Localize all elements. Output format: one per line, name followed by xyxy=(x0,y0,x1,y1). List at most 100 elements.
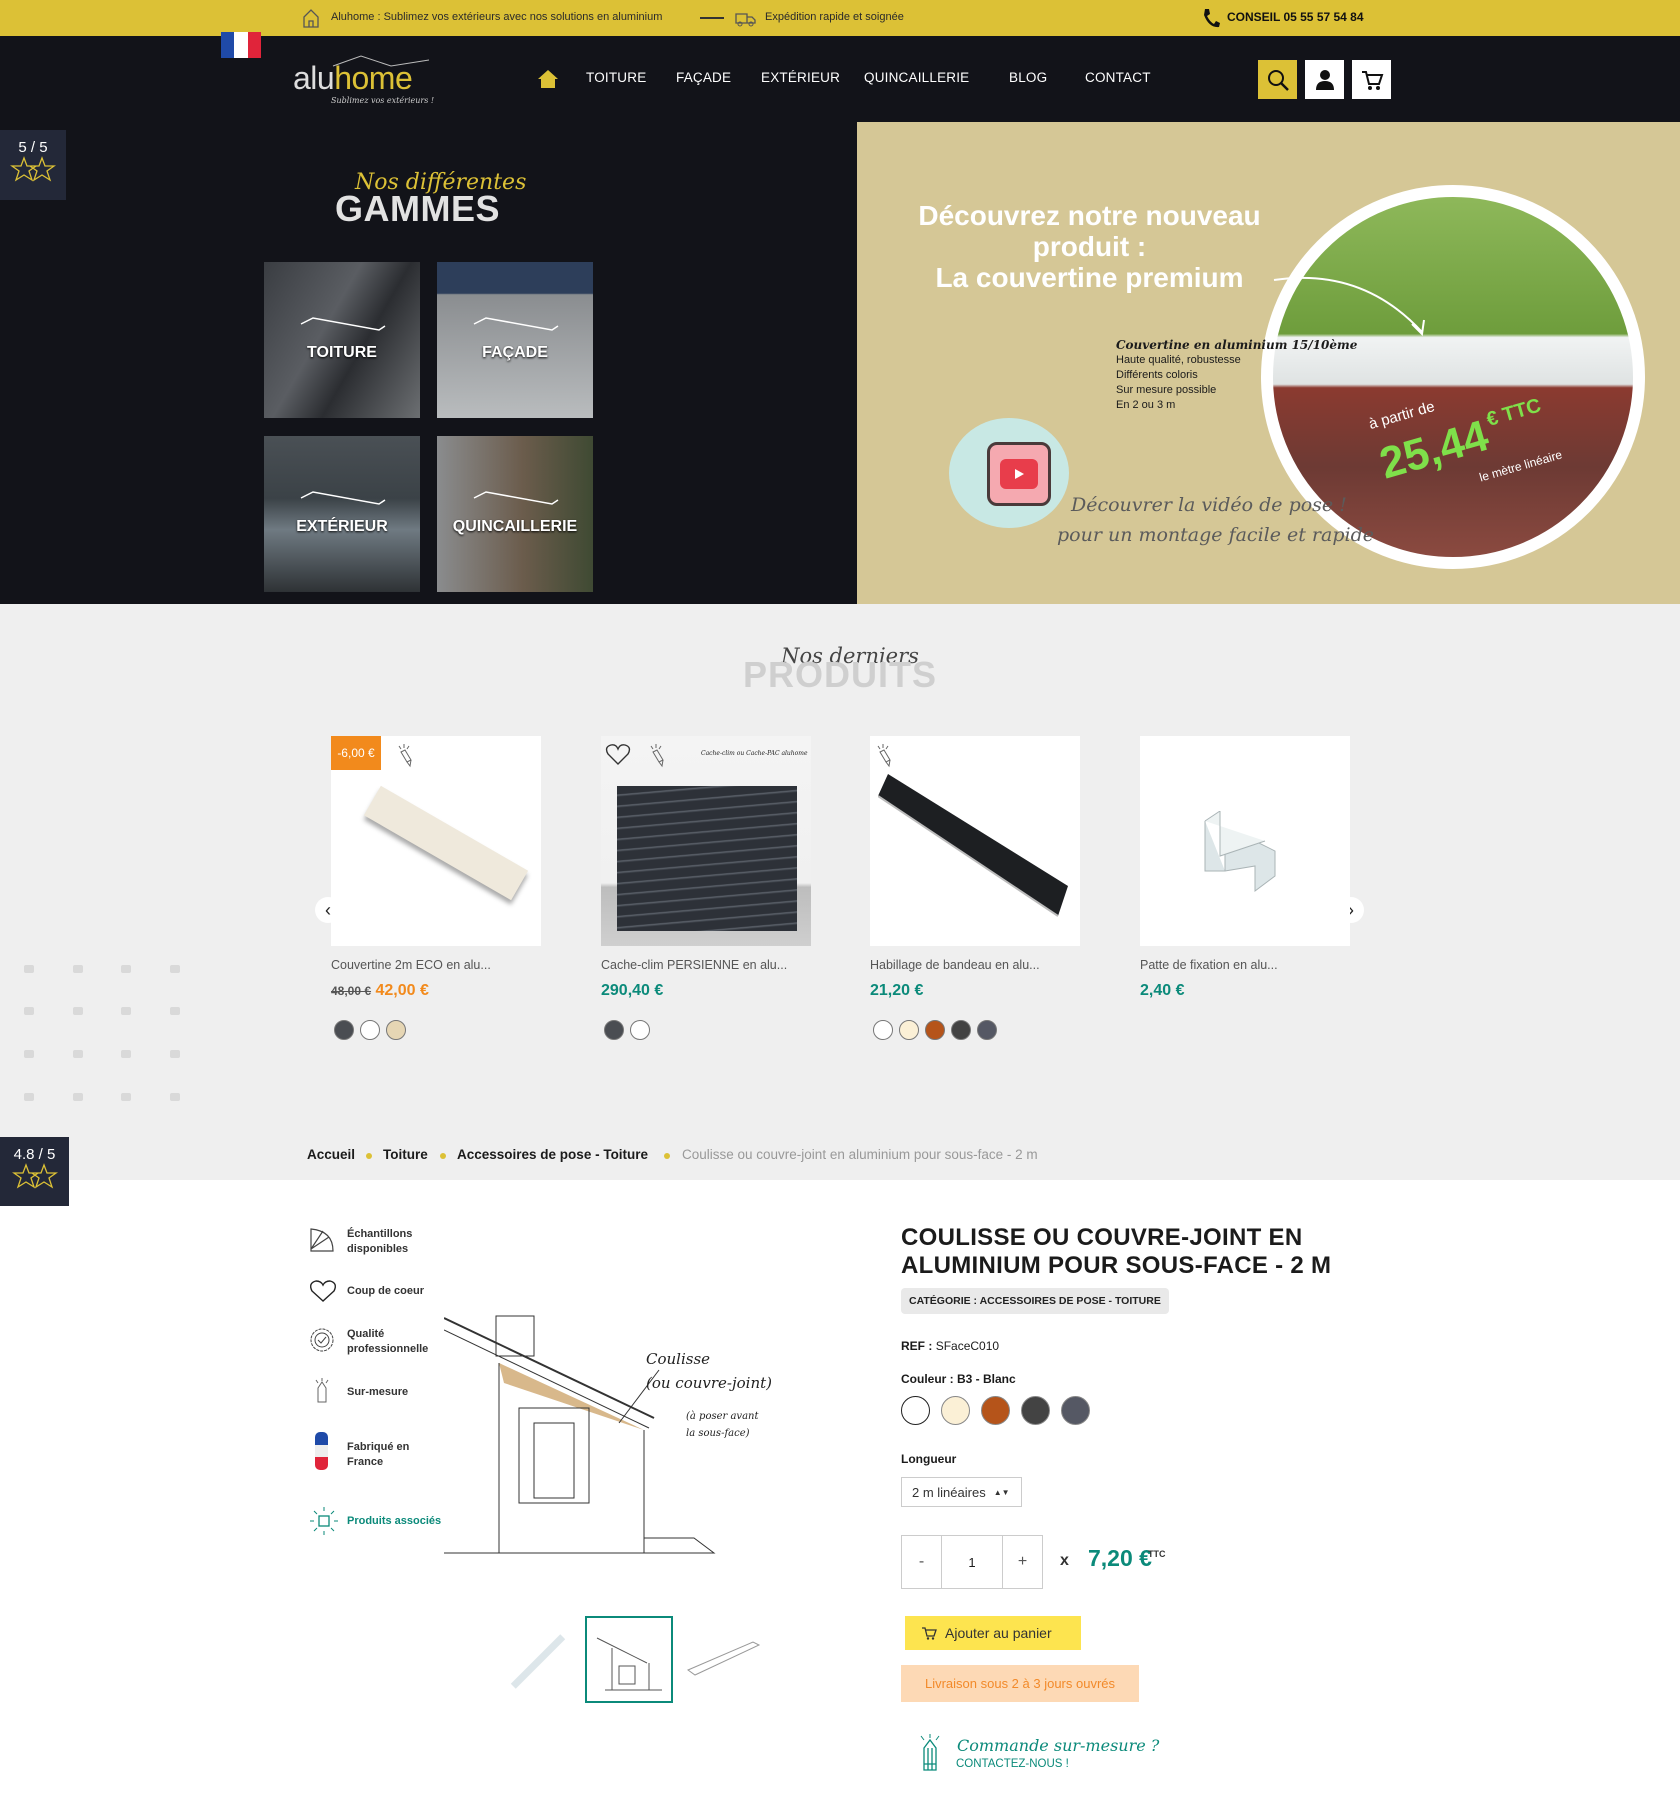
product-card[interactable]: Habillage de bandeau en alu... 21,20 € xyxy=(870,736,1080,1045)
color-swatch[interactable] xyxy=(386,1020,406,1040)
color-swatch[interactable] xyxy=(604,1020,624,1040)
gamme-tile-exterieur[interactable]: EXTÉRIEUR xyxy=(264,436,420,592)
breadcrumb-accessoires[interactable]: Accessoires de pose - Toiture xyxy=(457,1147,648,1162)
product-price: 290,40 € xyxy=(601,982,664,999)
category-badge[interactable]: CATÉGORIE : ACCESSOIRES DE POSE - TOITUR… xyxy=(901,1288,1169,1314)
add-to-cart-button[interactable]: Ajouter au panier xyxy=(905,1616,1081,1650)
decorative-dot xyxy=(121,965,131,973)
spec-title: Couvertine en aluminium 15/10ème xyxy=(1116,338,1358,352)
gamme-tile-toiture[interactable]: TOITURE xyxy=(264,262,420,418)
color-option[interactable] xyxy=(1021,1396,1050,1425)
logo[interactable]: aluhome Sublimez vos extérieurs ! xyxy=(293,54,443,106)
product-image[interactable]: Cache-clim ou Cache-PAC aluhome xyxy=(601,736,811,946)
decorative-dot xyxy=(73,1007,83,1015)
language-flag-fr[interactable] xyxy=(221,32,261,58)
rating-badge[interactable]: 5 / 5 xyxy=(0,130,66,200)
nav-facade[interactable]: FAÇADE xyxy=(676,70,731,85)
gamme-tile-quincaillerie[interactable]: QUINCAILLERIE xyxy=(437,436,593,592)
decorative-dot xyxy=(24,965,34,973)
qty-input[interactable]: 1 xyxy=(942,1536,1003,1588)
color-swatch[interactable] xyxy=(630,1020,650,1040)
thumbnail-1[interactable] xyxy=(498,1620,570,1700)
product-card[interactable]: Cache-clim ou Cache-PAC aluhome Cache-cl… xyxy=(601,736,811,1045)
product-name[interactable]: Cache-clim PERSIENNE en alu... xyxy=(601,958,811,972)
qty-minus-button[interactable]: - xyxy=(902,1536,942,1588)
product-name[interactable]: Patte de fixation en alu... xyxy=(1140,958,1350,972)
product-main-image[interactable]: Coulisse (ou couvre-joint) (à poser avan… xyxy=(444,1308,772,1568)
custom-order-link[interactable]: Commande sur-mesure ? CONTACTEZ-NOUS ! xyxy=(918,1734,1159,1784)
nav-toiture[interactable]: TOITURE xyxy=(586,70,646,85)
color-swatch[interactable] xyxy=(977,1020,997,1040)
quantity-stepper: - 1 + xyxy=(901,1535,1043,1589)
product-card[interactable]: -6,00 € Couvertine 2m ECO en alu... 48,0… xyxy=(331,736,541,1045)
product-image[interactable] xyxy=(1140,736,1350,946)
product-image[interactable]: -6,00 € xyxy=(331,736,541,946)
product-image[interactable] xyxy=(870,736,1080,946)
old-price: 48,00 € xyxy=(331,984,372,998)
product-shape xyxy=(878,774,1068,917)
color-option[interactable] xyxy=(1061,1396,1090,1425)
france-flag-icon xyxy=(315,1432,328,1470)
latest-products-section: Nos derniers PRODUITS ‹ › -6,00 € Couver… xyxy=(0,604,1680,1180)
decorative-dot xyxy=(24,1050,34,1058)
gamme-label: FAÇADE xyxy=(482,344,548,361)
add-to-cart-label: Ajouter au panier xyxy=(945,1625,1052,1641)
nav-quincaillerie[interactable]: QUINCAILLERIE xyxy=(864,70,969,85)
feature-label: Qualité professionnelle xyxy=(347,1328,429,1355)
house-icon xyxy=(303,9,319,28)
quality-badge-icon xyxy=(310,1328,334,1352)
nav-exterieur[interactable]: EXTÉRIEUR xyxy=(761,70,840,85)
product-title-line: COULISSE OU COUVRE-JOINT EN xyxy=(901,1224,1303,1251)
video-text: Découvrer la vidéo de pose ! xyxy=(1071,494,1347,516)
color-swatch[interactable] xyxy=(951,1020,971,1040)
logo-tagline: Sublimez vos extérieurs ! xyxy=(331,96,435,105)
product-name[interactable]: Couvertine 2m ECO en alu... xyxy=(331,958,541,972)
feature-label: Fabriqué en France xyxy=(347,1441,410,1468)
decorative-dot xyxy=(121,1050,131,1058)
thumbnail-3[interactable] xyxy=(683,1620,765,1700)
swatch-fan-icon xyxy=(310,1228,334,1252)
nav-blog[interactable]: BLOG xyxy=(1009,70,1047,85)
rating-badge[interactable]: 4.8 / 5 xyxy=(0,1137,69,1206)
search-button[interactable] xyxy=(1258,60,1297,99)
product-price: 21,20 € xyxy=(870,982,924,999)
product-ref: REF : SFaceC010 xyxy=(901,1339,999,1353)
thumbnail-2-selected[interactable] xyxy=(585,1616,673,1703)
custom-pencil-icon xyxy=(877,744,891,768)
heart-icon[interactable] xyxy=(605,742,631,766)
drawing-note: la sous-face) xyxy=(686,1428,750,1439)
phone-link[interactable]: CONSEIL 05 55 57 54 84 xyxy=(1227,10,1364,24)
product-card[interactable]: Patte de fixation en alu... 2,40 € xyxy=(1140,736,1350,1000)
rating-score: 4.8 / 5 xyxy=(13,1146,56,1163)
promo-banner[interactable]: Découvrez notre nouveau produit : La cou… xyxy=(857,122,1680,604)
times-sign: x xyxy=(1060,1552,1069,1569)
color-swatch[interactable] xyxy=(925,1020,945,1040)
decorative-dot xyxy=(24,1093,34,1101)
top-bar: Aluhome : Sublimez vos extérieurs avec n… xyxy=(0,0,1680,36)
color-option[interactable] xyxy=(981,1396,1010,1425)
color-swatch[interactable] xyxy=(334,1020,354,1040)
drawing-note: (à poser avant xyxy=(686,1411,759,1422)
color-swatch[interactable] xyxy=(360,1020,380,1040)
nav-contact[interactable]: CONTACT xyxy=(1085,70,1151,85)
color-swatch[interactable] xyxy=(899,1020,919,1040)
qty-plus-button[interactable]: + xyxy=(1003,1536,1042,1588)
promo-headline: produit : xyxy=(1032,231,1147,262)
decorative-dot xyxy=(170,965,180,973)
breadcrumb-toiture[interactable]: Toiture xyxy=(383,1147,428,1162)
cart-button[interactable] xyxy=(1352,60,1391,99)
video-play-button[interactable] xyxy=(987,442,1051,506)
product-name[interactable]: Habillage de bandeau en alu... xyxy=(870,958,1080,972)
product-shape xyxy=(1204,811,1276,892)
color-swatch[interactable] xyxy=(873,1020,893,1040)
color-option[interactable] xyxy=(901,1396,930,1425)
color-option[interactable] xyxy=(941,1396,970,1425)
account-button[interactable] xyxy=(1305,60,1344,99)
image-caption: Cache-clim ou Cache-PAC aluhome xyxy=(701,750,808,757)
breadcrumb-accueil[interactable]: Accueil xyxy=(307,1147,355,1162)
length-select[interactable]: 2 m linéaires ▲▼ xyxy=(901,1477,1022,1507)
stars-icon xyxy=(11,1163,58,1189)
gamme-tile-facade[interactable]: FAÇADE xyxy=(437,262,593,418)
home-icon[interactable] xyxy=(538,69,558,89)
decorative-dot xyxy=(73,965,83,973)
